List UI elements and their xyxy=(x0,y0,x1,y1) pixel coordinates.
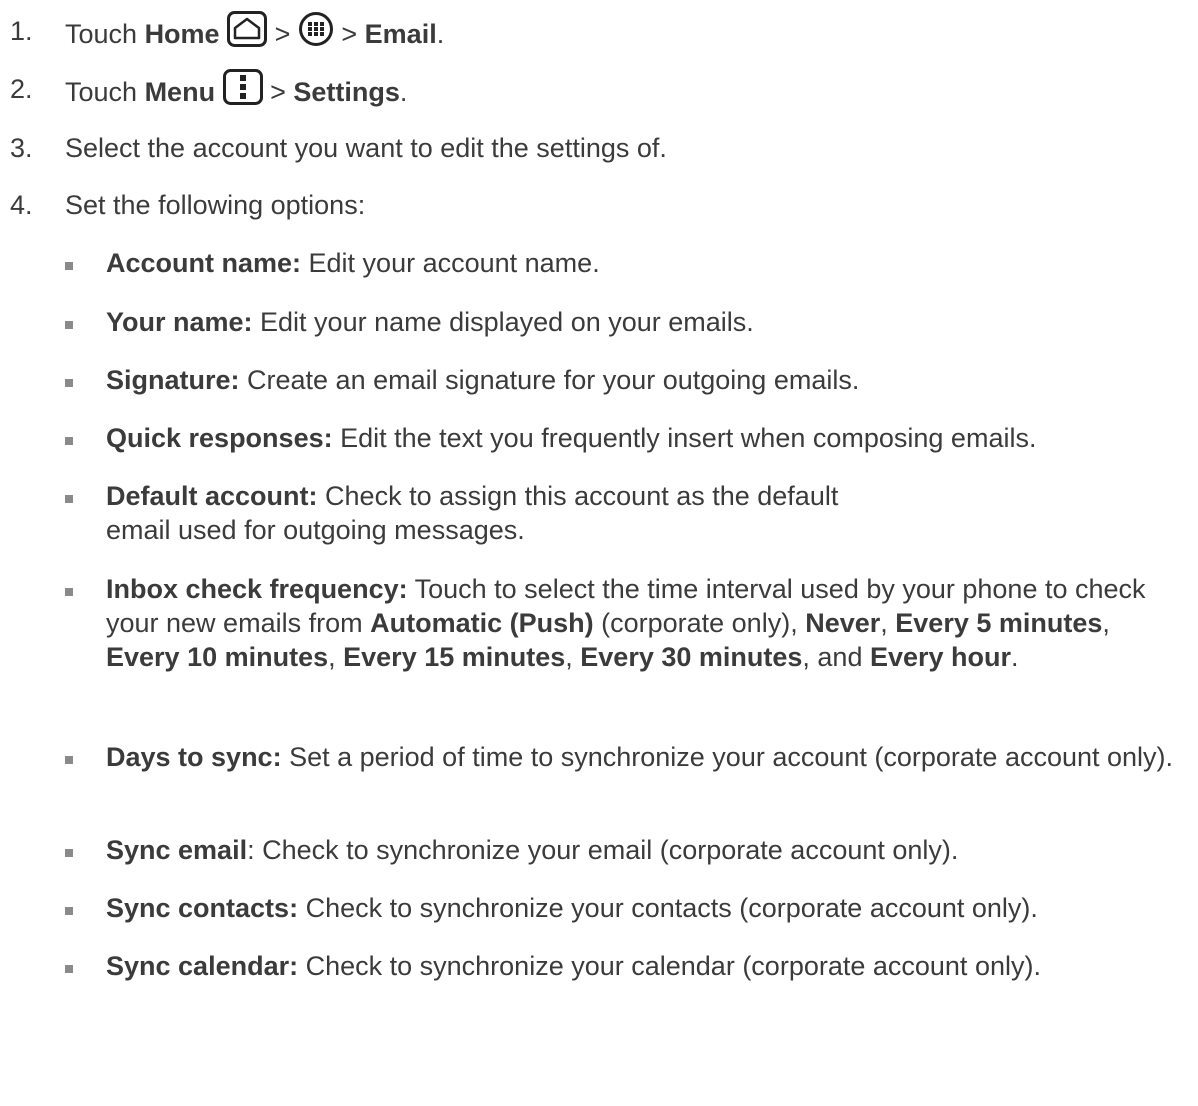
bullet-marker xyxy=(65,965,73,973)
bullet-marker xyxy=(65,262,73,270)
bullet-marker xyxy=(65,588,73,596)
step-text: Touch Menu > Settings. xyxy=(65,69,407,116)
step-number: 2. xyxy=(10,74,33,104)
bullet-marker xyxy=(65,756,73,764)
bullet-marker xyxy=(65,321,73,329)
step-number: 1. xyxy=(10,16,33,46)
home-label: Home xyxy=(144,19,220,50)
option-quick-responses: Quick responses: Edit the text you frequ… xyxy=(106,423,1037,453)
option-sync-calendar: Sync calendar: Check to synchronize your… xyxy=(106,951,1041,981)
option-signature: Signature: Create an email signature for… xyxy=(106,365,860,395)
step-text: Set the following options: xyxy=(65,190,366,220)
menu-label: Menu xyxy=(144,77,216,108)
step-text: Touch Home > > Email. xyxy=(65,11,444,58)
bullet-marker xyxy=(65,437,73,445)
bullet-marker xyxy=(65,379,73,387)
option-default-account: Default account: Check to assign this ac… xyxy=(106,481,839,545)
step-number: 4. xyxy=(10,190,33,220)
bullet-marker xyxy=(65,849,73,857)
step-text: Select the account you want to edit the … xyxy=(65,133,667,163)
menu-icon xyxy=(222,69,263,113)
step-number: 3. xyxy=(10,133,33,163)
instructions-page: 1. Touch Home > > Email. 2. Touch Menu >… xyxy=(0,0,1198,1106)
option-account-name: Account name: Edit your account name. xyxy=(106,248,600,278)
bullet-marker xyxy=(65,495,73,503)
option-sync-email: Sync email: Check to synchronize your em… xyxy=(106,835,959,865)
option-your-name: Your name: Edit your name displayed on y… xyxy=(106,307,754,337)
apps-icon xyxy=(298,11,334,55)
option-inbox-check-frequency: Inbox check frequency: Touch to select t… xyxy=(106,574,1146,672)
home-icon xyxy=(227,11,268,55)
bullet-marker xyxy=(65,907,73,915)
email-label: Email xyxy=(364,19,437,50)
settings-label: Settings xyxy=(293,77,400,108)
option-days-to-sync: Days to sync: Set a period of time to sy… xyxy=(106,742,1174,772)
option-sync-contacts: Sync contacts: Check to synchronize your… xyxy=(106,893,1038,923)
